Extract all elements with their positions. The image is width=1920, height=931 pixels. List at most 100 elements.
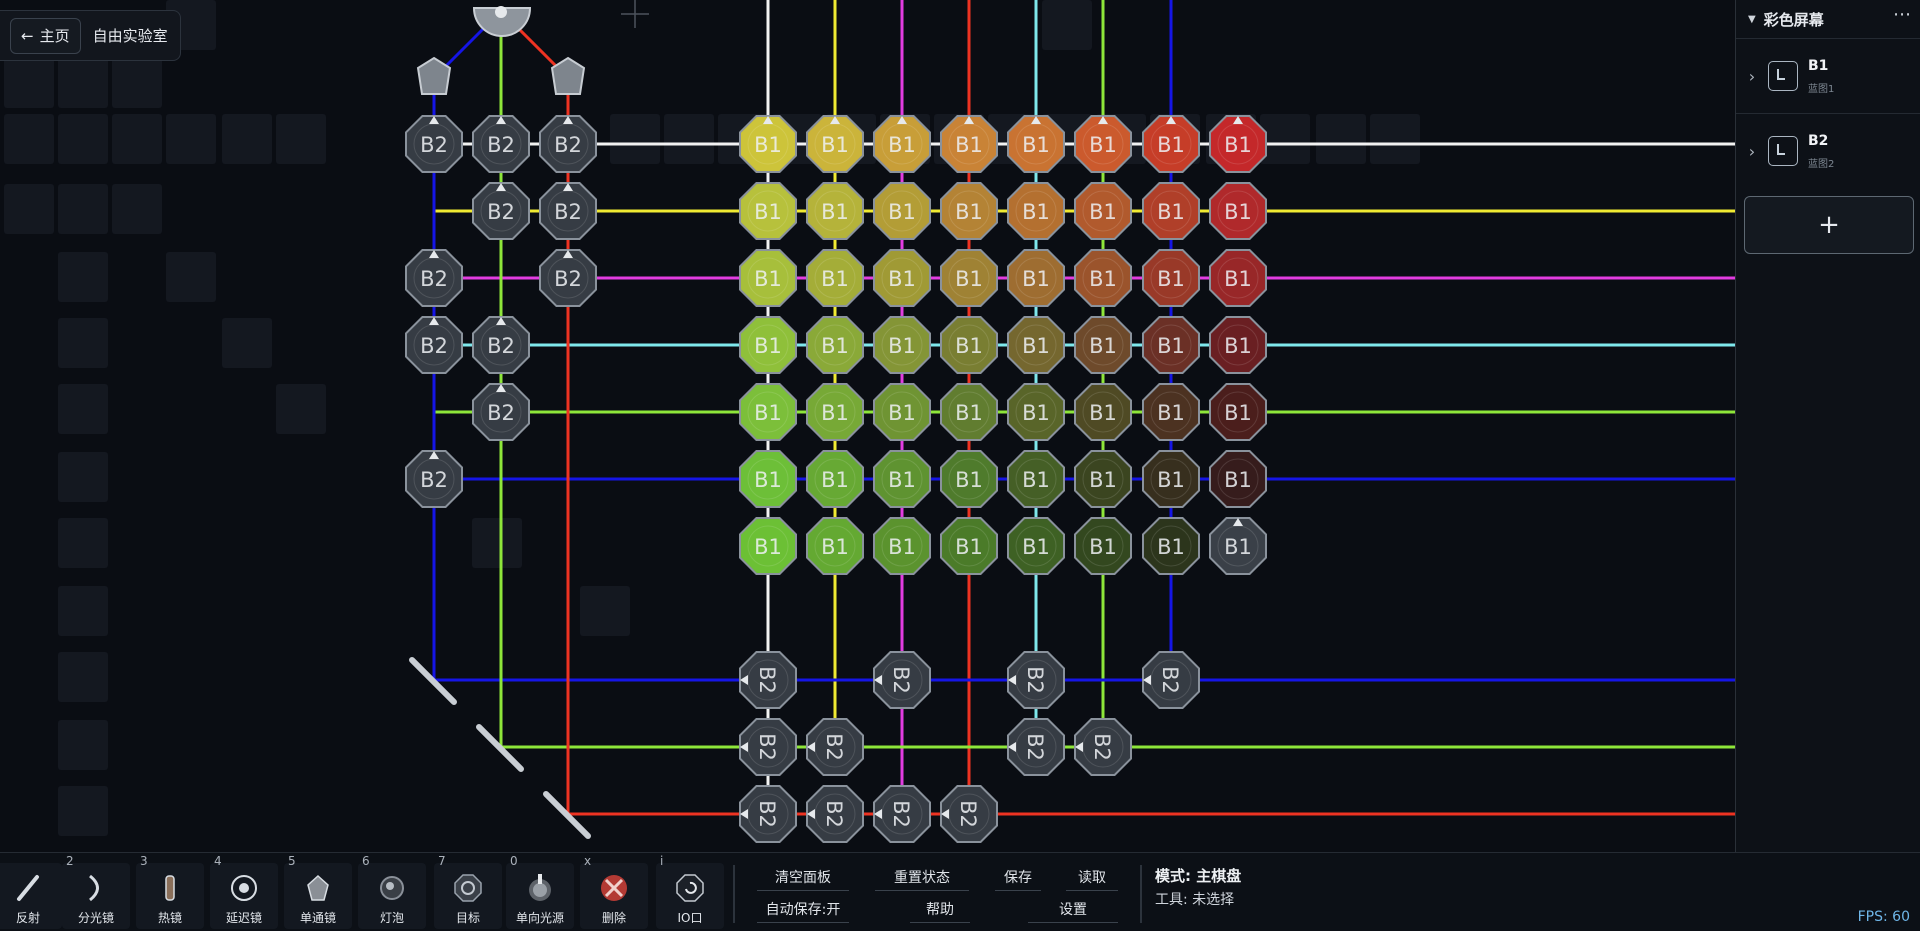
node-label: B2	[487, 334, 515, 358]
b1-node: B1	[1142, 182, 1200, 240]
b1-node: B1	[1209, 316, 1267, 374]
blueprint-sub: 蓝图1	[1808, 83, 1835, 95]
node-label: B1	[1157, 334, 1185, 358]
home-button[interactable]: ← 主页	[10, 17, 81, 54]
node-label: B1	[821, 535, 849, 559]
node-label: B1	[955, 267, 983, 291]
one-way-lens-icon	[416, 56, 452, 95]
node-label: B1	[1022, 468, 1050, 492]
tool-splitter[interactable]: 2 分光镜	[62, 854, 130, 929]
node-label: B1	[1224, 200, 1252, 224]
chevron-right-icon[interactable]: ›	[1740, 67, 1764, 86]
node-label: B1	[955, 133, 983, 157]
tool-delay-lens[interactable]: 4 延迟镜	[210, 854, 278, 929]
light-source-icon	[525, 873, 555, 903]
b2-node: B2	[472, 182, 530, 240]
node-label: B2	[487, 401, 515, 425]
grid-tile	[1370, 114, 1420, 164]
b2-node: B2	[539, 115, 597, 173]
b2-node: B2	[739, 651, 797, 709]
board-canvas[interactable]: B1 B1 B1 B1 B1 B1 B1 B1 B1 B1 B1 B1 B1 B1 B1 B1 B1 B1 B1 B1…	[0, 0, 1735, 852]
b1-node: B1	[1142, 383, 1200, 441]
b1-node: B1	[1007, 182, 1065, 240]
node-label: B1	[821, 200, 849, 224]
sidebar-title: 彩色屏幕	[1763, 10, 1824, 29]
b1-node: B1	[739, 182, 797, 240]
tool-hotkey: 4	[214, 854, 222, 868]
tool-bulb[interactable]: 6 灯泡	[358, 854, 426, 929]
b1-node: B1	[1007, 115, 1065, 173]
b2-node: B2	[405, 450, 463, 508]
node-label: B2	[420, 267, 448, 291]
tool-label: 目标	[455, 911, 480, 925]
node-label: B1	[1022, 133, 1050, 157]
b1-node: B1	[1074, 249, 1132, 307]
node-label: B1	[821, 334, 849, 358]
load-button[interactable]: 读取	[1066, 867, 1118, 891]
node-label: B2	[554, 133, 582, 157]
tool-hotkey: i	[660, 854, 664, 868]
grid-tile	[276, 384, 326, 434]
bulb-icon	[377, 873, 407, 903]
autosave-toggle[interactable]: 自动保存:开	[757, 899, 849, 923]
b2-node: B2	[1007, 718, 1065, 776]
grid-tile	[166, 252, 216, 302]
page-title: 自由实验室	[92, 27, 168, 45]
node-label: B1	[1224, 267, 1252, 291]
b1-node: B1	[940, 249, 998, 307]
caret-down-icon[interactable]: ▼	[1748, 14, 1756, 25]
b1-node: B1	[940, 450, 998, 508]
node-label: B1	[1224, 535, 1252, 559]
grid-tile	[112, 114, 162, 164]
splitter-icon	[81, 873, 111, 903]
node-label: B1	[1224, 133, 1252, 157]
blueprint-item-b2[interactable]: › B2 蓝图2	[1736, 113, 1920, 188]
settings-button[interactable]: 设置	[1028, 899, 1118, 923]
b1-node: B1	[873, 249, 931, 307]
tool-light-source[interactable]: 0 单向光源	[506, 854, 574, 929]
b1-node: B1	[1007, 249, 1065, 307]
grid-tile	[58, 652, 108, 702]
add-blueprint-button[interactable]: +	[1744, 196, 1914, 254]
game-board[interactable]: B1 B1 B1 B1 B1 B1 B1 B1 B1 B1 B1 B1 B1 B1 B1 B1 B1 B1 B1 B1…	[0, 0, 1735, 852]
node-label: B1	[888, 267, 916, 291]
blueprint-item-b1[interactable]: › B1 蓝图1	[1736, 38, 1920, 113]
b2-node: B2	[739, 785, 797, 843]
tool-delete[interactable]: x 删除	[580, 854, 648, 929]
b2-node: B2	[806, 785, 864, 843]
tool-hot-mirror[interactable]: 3 热镜	[136, 854, 204, 929]
ellipsis-icon[interactable]: ⋯	[1893, 4, 1911, 25]
node-label: B2	[822, 733, 846, 761]
node-label: B1	[754, 334, 782, 358]
node-label: B2	[956, 800, 980, 828]
b1-node: B1	[873, 115, 931, 173]
reset-state-button[interactable]: 重置状态	[875, 867, 969, 891]
b1-node: B1	[1209, 517, 1267, 575]
grid-tile	[58, 720, 108, 770]
crosshair-icon	[621, 0, 649, 28]
node-label: B2	[554, 267, 582, 291]
node-label: B1	[821, 133, 849, 157]
node-label: B1	[955, 535, 983, 559]
tool-label: 延迟镜	[225, 911, 262, 925]
chevron-right-icon[interactable]: ›	[1740, 142, 1764, 161]
b2-node: B2	[472, 316, 530, 374]
tool-one-way-lens[interactable]: 5 单通镜	[284, 854, 352, 929]
b2-node: B2	[472, 115, 530, 173]
mode-status: 模式: 主棋盘	[1155, 867, 1242, 885]
help-button[interactable]: 帮助	[910, 899, 970, 923]
tool-hotkey: 2	[66, 854, 74, 868]
tool-mirror[interactable]: 反射	[0, 863, 62, 929]
node-label: B1	[1089, 468, 1117, 492]
b1-node: B1	[873, 450, 931, 508]
b1-node: B1	[1074, 450, 1132, 508]
node-label: B2	[822, 800, 846, 828]
tool-target[interactable]: 7 目标	[434, 854, 502, 929]
tool-io-port[interactable]: i IO口	[656, 854, 724, 929]
node-label: B2	[420, 334, 448, 358]
b1-node: B1	[1074, 115, 1132, 173]
b1-node: B1	[806, 383, 864, 441]
save-button[interactable]: 保存	[995, 867, 1041, 891]
b1-node: B1	[739, 316, 797, 374]
clear-board-button[interactable]: 清空面板	[757, 867, 849, 891]
